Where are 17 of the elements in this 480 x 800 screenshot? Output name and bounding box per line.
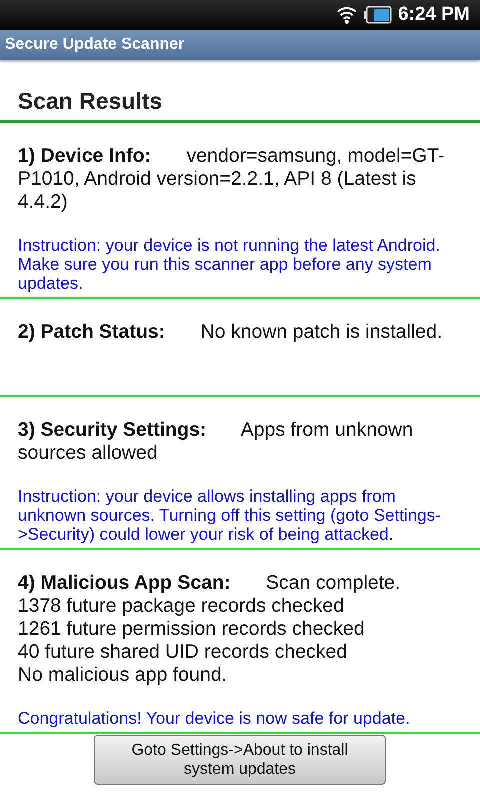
app-title: Secure Update Scanner [5,36,185,54]
clock: 6:24 PM [398,4,470,26]
result-summary: 2) Patch Status: No known patch is installed. [18,321,444,344]
result-summary: 4) Malicious App Scan: Scan complete. [18,572,402,595]
battery-icon [364,6,392,24]
result-line: No malicious app found. [18,664,228,687]
install-updates-button[interactable]: Goto Settings->About to install system updates [94,735,386,785]
result-summary: 3) Security Settings: Apps from unknown sources allowed [18,419,414,465]
instruction-text: Congratulations! Your device is now safe for update. [18,709,412,728]
page-heading: Scan Results [18,88,164,114]
instruction-text: Instruction: your device allows installing apps from unknown sources. Turning off this setting (goto Settings->Security) could lower your risk of being attacked. [18,487,442,544]
result-line: 1261 future permission records checked [18,618,366,641]
result-line: 1378 future package records checked [18,595,346,618]
instruction-text: Instruction: your device is not running the latest Android. Make sure you run this scanner app before any system updates. [18,236,442,293]
result-line: 40 future shared UID records checked [18,641,349,664]
result-summary: 1) Device Info: vendor=samsung, model=GT-P1010, Android version=2.2.1, API 8 (Latest is 4.4.2) [18,145,446,214]
wifi-icon [336,5,358,25]
